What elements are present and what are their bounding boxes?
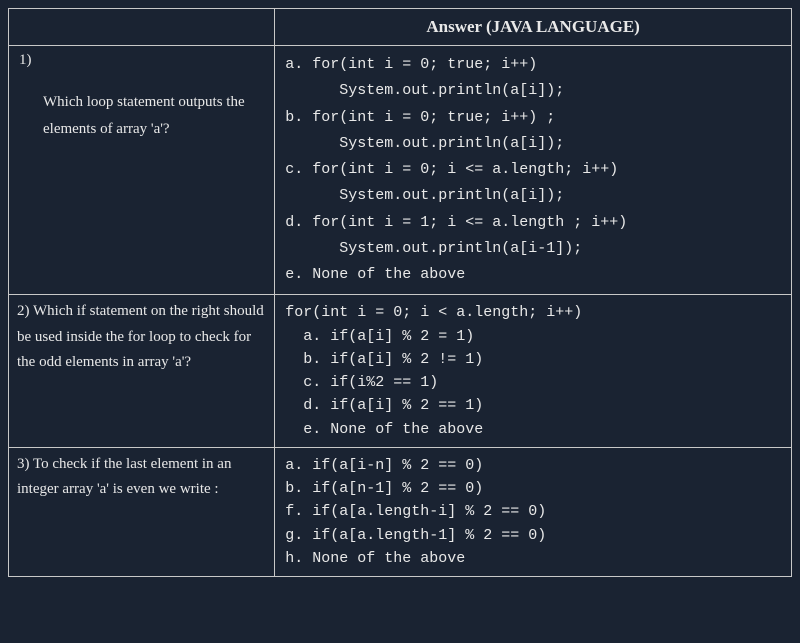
answer-cell-1: a. for(int i = 0; true; i++) System.out.… xyxy=(275,46,792,295)
answer-cell-2: for(int i = 0; i < a.length; i++) a. if(… xyxy=(275,295,792,448)
table-row: 1) Which loop statement outputs the elem… xyxy=(9,46,792,295)
table-row: 3) To check if the last element in an in… xyxy=(9,447,792,576)
question-cell-3: 3) To check if the last element in an in… xyxy=(9,447,275,576)
question-number: 1) xyxy=(19,52,264,69)
questions-table: Answer (JAVA LANGUAGE) 1) Which loop sta… xyxy=(8,8,792,577)
answer-cell-3: a. if(a[i-n] % 2 == 0) b. if(a[n-1] % 2 … xyxy=(275,447,792,576)
question-text: Which loop statement outputs the element… xyxy=(19,69,264,151)
question-cell-1: 1) Which loop statement outputs the elem… xyxy=(9,46,275,295)
header-row: Answer (JAVA LANGUAGE) xyxy=(9,9,792,46)
question-number: 3) xyxy=(17,456,30,472)
table-row: 2) Which if statement on the right shoul… xyxy=(9,295,792,448)
header-answer: Answer (JAVA LANGUAGE) xyxy=(275,9,792,46)
header-left-empty xyxy=(9,9,275,46)
question-cell-2: 2) Which if statement on the right shoul… xyxy=(9,295,275,448)
question-number: 2) xyxy=(17,303,30,319)
question-text: To check if the last element in an integ… xyxy=(17,456,231,498)
question-text: Which if statement on the right should b… xyxy=(17,303,264,370)
